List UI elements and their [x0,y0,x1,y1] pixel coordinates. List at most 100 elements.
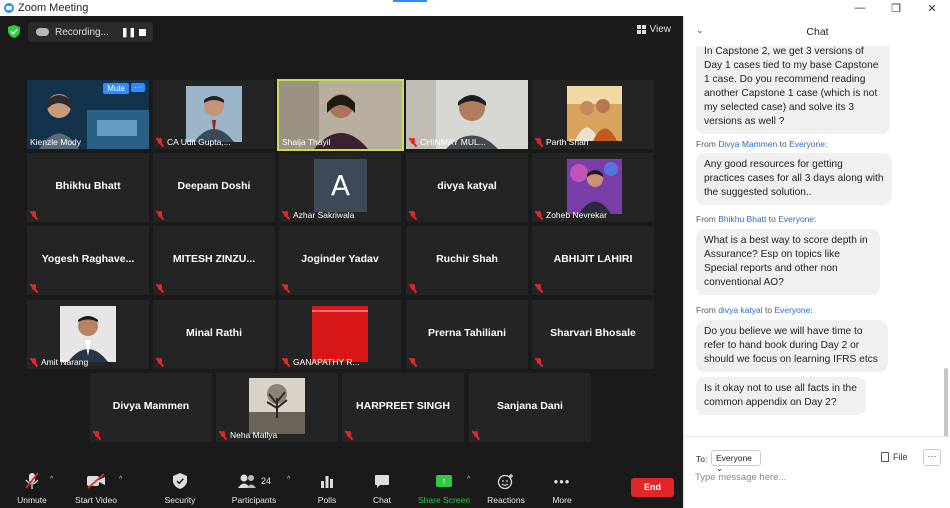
participant-caption [282,284,290,293]
participant-tile[interactable]: Parth Shah [532,80,654,149]
participant-tile[interactable]: divya katyal [406,153,528,222]
file-button[interactable]: File [881,452,908,462]
participant-tile[interactable]: Minal Rathi [153,300,275,369]
participant-tile[interactable]: Mute ··· Kienzle Mody [27,80,149,149]
security-label: Security [164,495,196,505]
security-button[interactable]: Security [150,471,210,505]
share-screen-arrow-icon: ↑ [436,475,452,487]
participant-tile[interactable]: Bhikhu Bhatt [27,153,149,222]
participant-avatar: A [314,159,367,212]
participant-tile[interactable]: Amit Narang [27,300,149,369]
chat-message: Any good resources for getting practices… [696,153,892,205]
participant-caption: Kienzle Mody [30,137,81,147]
participant-tile[interactable]: CHINMAY MUL... [406,80,528,149]
recipient-name: Everyone [778,214,815,224]
reactions-button[interactable]: Reactions [476,471,536,505]
stop-recording-button[interactable] [139,28,146,36]
recording-indicator: Recording... ❚❚ [28,22,153,42]
participant-caption [156,284,164,293]
sender-suffix: : [814,214,817,224]
participants-icon [237,474,256,488]
drag-indicator [393,0,427,2]
view-button[interactable]: View [636,24,671,35]
participant-tile[interactable]: ABHIJIT LAHIRI [532,226,654,295]
participants-button[interactable]: 24 Participants [224,471,284,505]
start-video-button[interactable]: Start Video [66,471,126,505]
grid-icon [636,25,646,34]
participant-caption: GANAPATHY R... [282,357,360,367]
participant-tile-active-speaker[interactable]: Shaija Thayil [277,79,404,151]
participant-tile[interactable]: A Azhar Sakriwala [279,153,401,222]
chat-header: ⌄ Chat [684,16,950,46]
participant-tile[interactable]: Sharvari Bhosale [532,300,654,369]
audio-options-caret-icon[interactable]: ^ [50,476,53,483]
mic-muted-icon [156,211,164,220]
participants-options-caret-icon[interactable]: ^ [287,476,290,483]
shield-icon[interactable] [8,25,20,38]
chat-more-button[interactable]: ··· [923,449,941,466]
participant-display-name: Prerna Tahiliani [428,327,506,339]
chat-scrollbar[interactable] [944,368,948,436]
participant-name: Kienzle Mody [30,137,82,147]
participant-tile[interactable]: Ruchir Shah [406,226,528,295]
mic-muted-icon [345,431,353,440]
participant-video [312,306,368,362]
chat-message: Do you believe we will have time to refe… [696,320,888,372]
video-off-icon [87,473,105,489]
participant-caption: Amit Narang [30,357,88,367]
participant-name: Amit Narang [41,357,89,367]
close-button[interactable]: ✕ [914,0,950,16]
participant-tile[interactable]: Divya Mammen [90,373,212,442]
chat-bubble-icon [375,474,389,488]
file-label: File [893,452,908,462]
recipient-select[interactable]: Everyone ⌄ [711,450,761,473]
chat-title: Chat [806,26,829,38]
mic-muted-icon [535,210,543,220]
participant-tile[interactable]: Deepam Doshi [153,153,275,222]
minimize-button[interactable]: — [842,0,878,16]
share-screen-button[interactable]: ↑ Share Screen [414,471,474,505]
participant-caption [535,284,543,293]
participant-tile[interactable]: Prerna Tahiliani [406,300,528,369]
message-input[interactable] [695,472,895,483]
participant-more-button[interactable]: ··· [131,83,145,92]
mic-muted-icon [409,358,417,367]
participant-display-name: Sharvari Bhosale [550,327,636,339]
to-prefix: to [777,139,790,149]
mic-muted-icon [409,284,417,293]
participants-count: 24 [260,476,271,486]
recipient-name: Everyone [789,139,825,149]
participant-tile[interactable]: Yogesh Raghave... [27,226,149,295]
share-options-caret-icon[interactable]: ^ [467,476,470,483]
mic-muted-icon [282,210,290,220]
participant-tile[interactable]: MITESH ZINZU... [153,226,275,295]
participant-tile[interactable]: CA Udit Gupta,... [153,80,275,149]
pause-recording-button[interactable]: ❚❚ [121,27,136,38]
participant-tile[interactable]: Joginder Yadav [279,226,401,295]
participant-tile[interactable]: Neha Mallya [216,373,338,442]
start-video-label: Start Video [75,495,117,505]
mic-muted-icon [535,284,543,293]
participant-display-name: Joginder Yadav [301,253,379,265]
participant-name: CA Udit Gupta,... [167,137,231,147]
recipient-value: Everyone [716,453,752,463]
chat-button[interactable]: Chat [352,471,412,505]
polls-button[interactable]: Polls [297,471,357,505]
participant-video [567,86,622,141]
participant-tile[interactable]: Sanjana Dani [469,373,591,442]
title-bar: Zoom Meeting — ❐ ✕ [0,0,950,16]
mute-participant-button[interactable]: Mute [103,83,129,94]
participant-tile[interactable]: Zoheb Nevrekar [532,153,654,222]
participant-display-name: divya katyal [437,180,497,192]
from-prefix: From [696,305,719,315]
participant-display-name: Ruchir Shah [436,253,498,265]
restore-button[interactable]: ❐ [878,0,914,16]
participant-tile[interactable]: HARPREET SINGH [342,373,464,442]
more-button[interactable]: ••• More [532,471,592,506]
message-sender-line: From Bhikhu Bhatt to Everyone: [696,214,817,224]
sender-name: Divya Mammen [718,139,778,149]
participant-tile[interactable]: GANAPATHY R... [279,300,401,369]
mic-muted-icon [535,137,543,147]
video-options-caret-icon[interactable]: ^ [119,476,122,483]
end-meeting-button[interactable]: End [631,478,674,497]
